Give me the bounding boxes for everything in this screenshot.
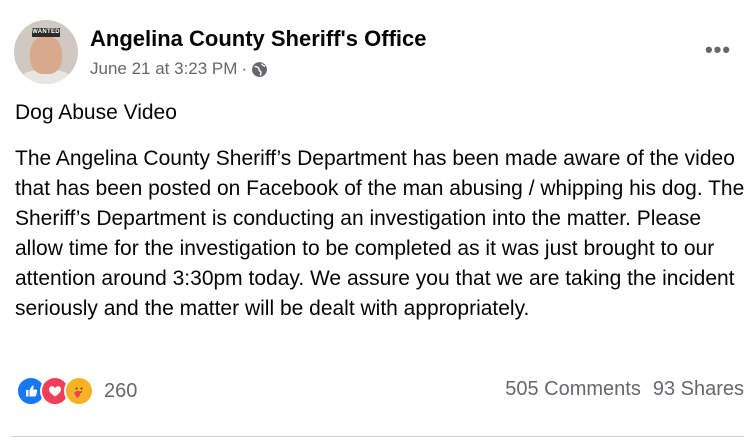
globe-icon[interactable] (251, 61, 268, 78)
reaction-count: 260 (104, 379, 138, 402)
meta-separator: · (241, 59, 248, 78)
post-body: The Angelina County Sheriff’s Department… (15, 147, 745, 320)
reactions-summary[interactable]: 260 (16, 376, 137, 406)
more-options-icon: ••• (704, 37, 732, 62)
post-title: Dog Abuse Video (15, 101, 177, 124)
more-options-button[interactable]: ••• (700, 36, 736, 64)
page-name-link[interactable]: Angelina County Sheriff's Office (90, 26, 427, 52)
avatar-face (30, 36, 62, 74)
comments-count-link[interactable]: 505 Comments (505, 378, 641, 401)
page-avatar[interactable]: WANTED (14, 20, 78, 84)
footer-divider (12, 436, 744, 437)
post-meta: June 21 at 3:23 PM · (90, 59, 268, 79)
care-icon (64, 376, 94, 406)
post-timestamp-link[interactable]: June 21 at 3:23 PM (90, 59, 237, 79)
avatar-tag: WANTED (32, 28, 60, 37)
engagement-counts: 505 Comments 93 Shares (505, 378, 744, 401)
shares-count-link[interactable]: 93 Shares (653, 378, 744, 401)
facebook-post: WANTED Angelina County Sheriff's Office … (0, 0, 756, 442)
